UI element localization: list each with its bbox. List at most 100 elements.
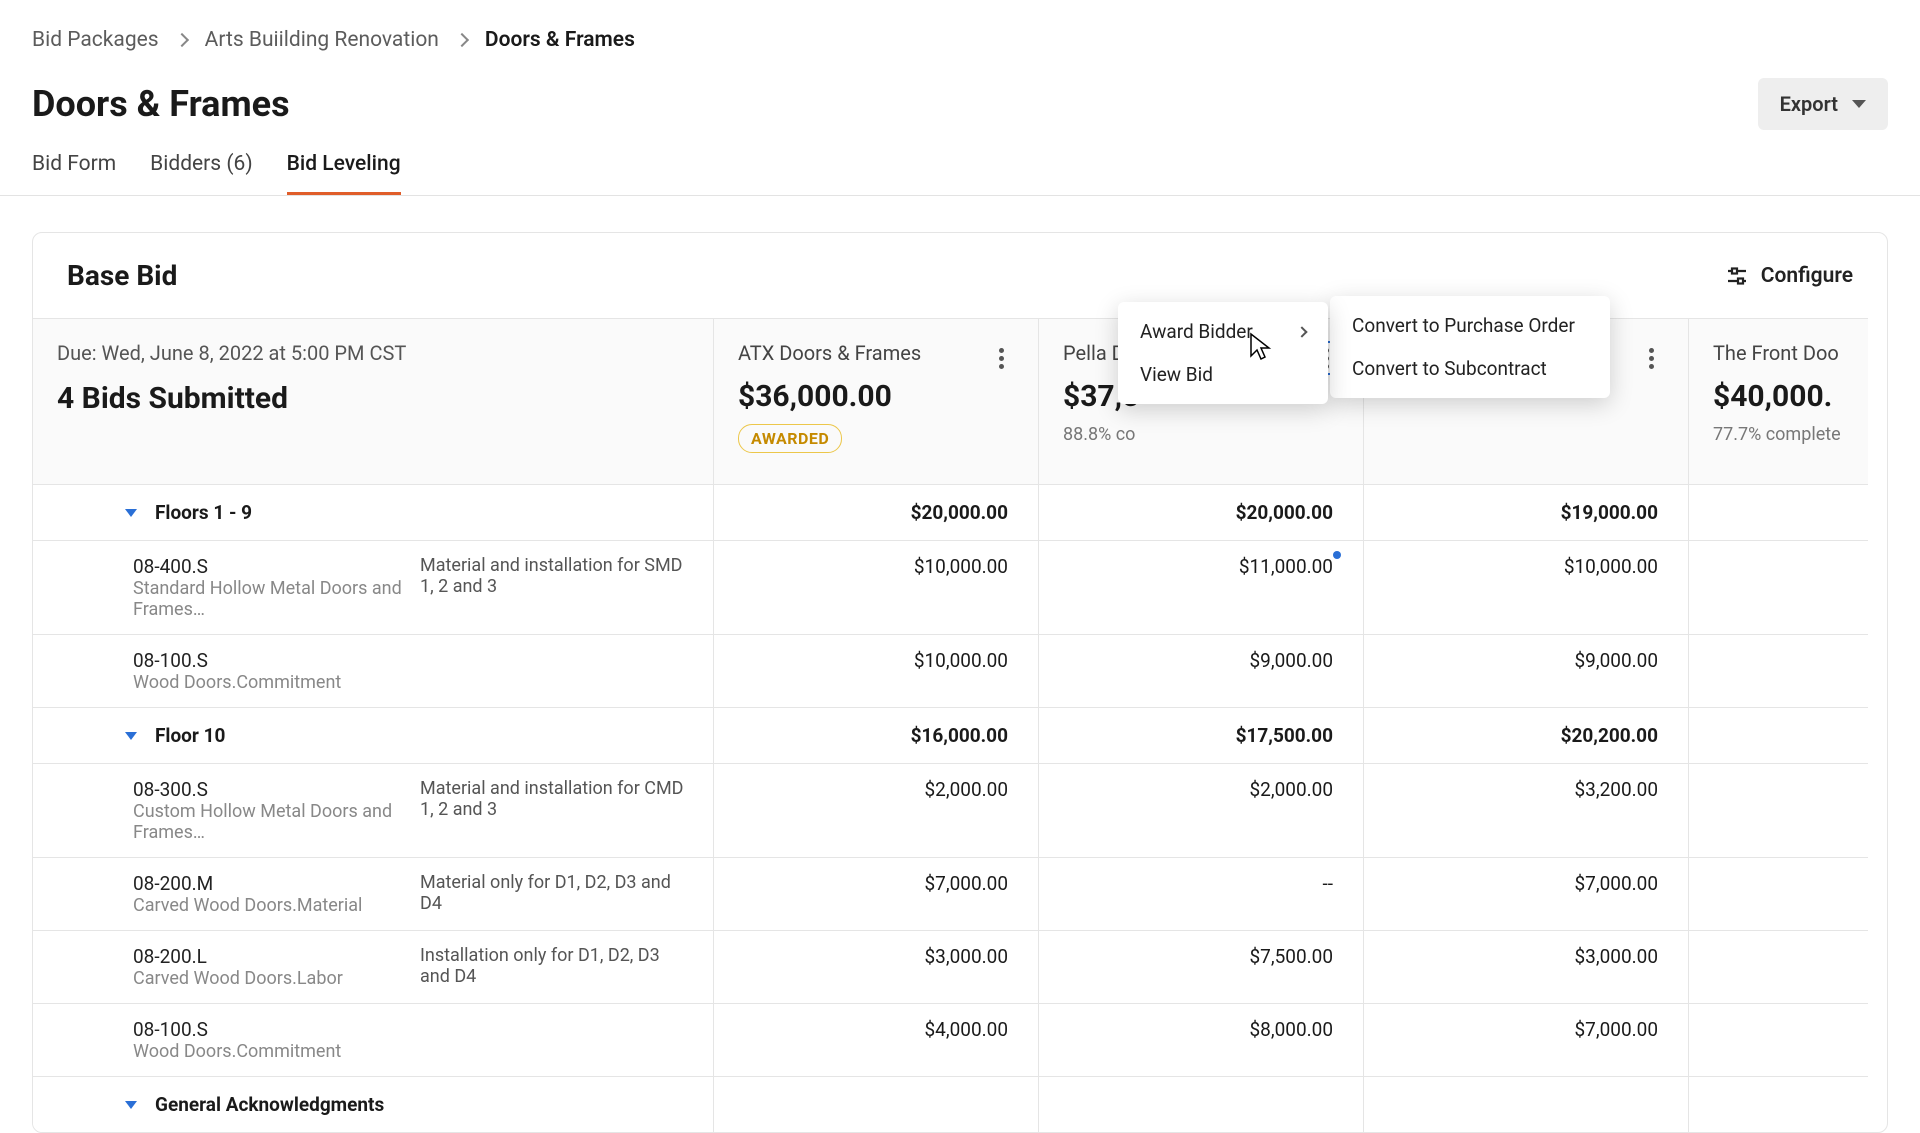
line-item[interactable]: 08-200.MCarved Wood Doors.Material Mater… bbox=[33, 857, 713, 930]
configure-button[interactable]: Configure bbox=[1725, 264, 1853, 288]
bidder-status: 77.7% complete bbox=[1713, 424, 1868, 445]
more-button[interactable] bbox=[984, 341, 1018, 375]
bidder-total: $36,000.00 bbox=[738, 379, 1014, 414]
item-price bbox=[1688, 763, 1868, 857]
breadcrumb-bid-packages[interactable]: Bid Packages bbox=[32, 28, 159, 52]
item-price[interactable]: -- bbox=[1038, 857, 1363, 930]
group-toggle-floors-1-9[interactable]: Floors 1 - 9 bbox=[33, 484, 713, 540]
item-price[interactable]: $3,000.00 bbox=[713, 930, 1038, 1003]
breadcrumb-current: Doors & Frames bbox=[485, 28, 635, 52]
tab-bidders[interactable]: Bidders (6) bbox=[150, 152, 252, 195]
menu-label: View Bid bbox=[1140, 363, 1213, 386]
awarded-badge: AWARDED bbox=[738, 424, 842, 453]
menu-item-view-bid[interactable]: View Bid bbox=[1118, 353, 1328, 396]
item-code: 08-400.S bbox=[133, 555, 402, 578]
item-price[interactable]: $7,000.00 bbox=[1363, 857, 1688, 930]
caret-down-icon bbox=[1852, 100, 1866, 108]
chevron-right-icon bbox=[175, 33, 189, 47]
item-price[interactable]: $11,000.00 bbox=[1038, 540, 1363, 634]
bidder-status: 88.8% co bbox=[1063, 424, 1339, 445]
group-total: $20,200.00 bbox=[1363, 707, 1688, 763]
group-label: Floors 1 - 9 bbox=[155, 501, 252, 524]
group-total: $20,000.00 bbox=[1038, 484, 1363, 540]
menu-item-convert-subcontract[interactable]: Convert to Subcontract bbox=[1330, 347, 1610, 390]
more-button[interactable] bbox=[1634, 341, 1668, 375]
item-code: 08-200.M bbox=[133, 872, 402, 895]
item-price[interactable]: $10,000.00 bbox=[713, 634, 1038, 707]
item-price[interactable]: $2,000.00 bbox=[713, 763, 1038, 857]
group-label: General Acknowledgments bbox=[155, 1093, 384, 1116]
item-price[interactable]: $3,200.00 bbox=[1363, 763, 1688, 857]
item-name: Carved Wood Doors.Material bbox=[133, 895, 402, 916]
tab-bid-leveling[interactable]: Bid Leveling bbox=[287, 152, 401, 195]
bidder-total: $40,000. bbox=[1713, 379, 1868, 414]
configure-label: Configure bbox=[1761, 264, 1853, 288]
bidder-name: The Front Doo bbox=[1713, 341, 1868, 365]
menu-item-convert-po[interactable]: Convert to Purchase Order bbox=[1330, 304, 1610, 347]
item-name: Standard Hollow Metal Doors and Frames… bbox=[133, 578, 402, 620]
item-price[interactable]: $7,500.00 bbox=[1038, 930, 1363, 1003]
menu-label: Convert to Purchase Order bbox=[1352, 314, 1575, 337]
item-description bbox=[420, 1018, 689, 1062]
line-item[interactable]: 08-200.LCarved Wood Doors.Labor Installa… bbox=[33, 930, 713, 1003]
item-price[interactable]: $2,000.00 bbox=[1038, 763, 1363, 857]
breadcrumb-project[interactable]: Arts Buiilding Renovation bbox=[205, 28, 439, 52]
triangle-down-icon bbox=[125, 732, 137, 740]
summary-cell: Due: Wed, June 8, 2022 at 5:00 PM CST 4 … bbox=[33, 318, 713, 484]
line-item[interactable]: 08-100.SWood Doors.Commitment bbox=[33, 634, 713, 707]
group-total bbox=[1038, 1076, 1363, 1132]
bids-submitted: 4 Bids Submitted bbox=[57, 381, 689, 416]
menu-item-award-bidder[interactable]: Award Bidder bbox=[1118, 310, 1328, 353]
sliders-icon bbox=[1725, 264, 1749, 288]
bidder-name: ATX Doors & Frames bbox=[738, 341, 1014, 365]
item-price[interactable]: $4,000.00 bbox=[713, 1003, 1038, 1076]
due-date: Due: Wed, June 8, 2022 at 5:00 PM CST bbox=[57, 341, 689, 365]
chevron-right-icon bbox=[1296, 326, 1307, 337]
item-code: 08-300.S bbox=[133, 778, 402, 801]
section-title: Base Bid bbox=[67, 259, 177, 292]
item-description: Material and installation for CMD 1, 2 a… bbox=[420, 778, 689, 843]
page-title: Doors & Frames bbox=[32, 83, 290, 125]
item-name: Custom Hollow Metal Doors and Frames… bbox=[133, 801, 402, 843]
group-total: $19,000.00 bbox=[1363, 484, 1688, 540]
tab-bid-form[interactable]: Bid Form bbox=[32, 152, 116, 195]
bidder-actions-menu: Award Bidder View Bid bbox=[1118, 302, 1328, 404]
group-total bbox=[713, 1076, 1038, 1132]
menu-label: Convert to Subcontract bbox=[1352, 357, 1547, 380]
item-price bbox=[1688, 540, 1868, 634]
tabs: Bid Form Bidders (6) Bid Leveling bbox=[0, 140, 1920, 196]
item-price[interactable]: $10,000.00 bbox=[1363, 540, 1688, 634]
award-bidder-submenu: Convert to Purchase Order Convert to Sub… bbox=[1330, 296, 1610, 398]
group-total: $16,000.00 bbox=[713, 707, 1038, 763]
group-total bbox=[1688, 1076, 1868, 1132]
line-item[interactable]: 08-400.SStandard Hollow Metal Doors and … bbox=[33, 540, 713, 634]
item-price bbox=[1688, 857, 1868, 930]
line-item[interactable]: 08-100.SWood Doors.Commitment bbox=[33, 1003, 713, 1076]
note-indicator-icon[interactable] bbox=[1333, 551, 1341, 559]
line-item[interactable]: 08-300.SCustom Hollow Metal Doors and Fr… bbox=[33, 763, 713, 857]
triangle-down-icon bbox=[125, 1101, 137, 1109]
group-total: $17,500.00 bbox=[1038, 707, 1363, 763]
item-price[interactable]: $3,000.00 bbox=[1363, 930, 1688, 1003]
item-code: 08-100.S bbox=[133, 1018, 402, 1041]
item-description: Installation only for D1, D2, D3 and D4 bbox=[420, 945, 689, 989]
export-button[interactable]: Export bbox=[1758, 78, 1888, 130]
item-price[interactable]: $9,000.00 bbox=[1038, 634, 1363, 707]
group-toggle-general[interactable]: General Acknowledgments bbox=[33, 1076, 713, 1132]
item-price bbox=[1688, 1003, 1868, 1076]
item-price[interactable]: $7,000.00 bbox=[1363, 1003, 1688, 1076]
item-name: Wood Doors.Commitment bbox=[133, 1041, 402, 1062]
group-label: Floor 10 bbox=[155, 724, 225, 747]
item-name: Carved Wood Doors.Labor bbox=[133, 968, 402, 989]
item-name: Wood Doors.Commitment bbox=[133, 672, 402, 693]
item-price bbox=[1688, 930, 1868, 1003]
group-toggle-floor-10[interactable]: Floor 10 bbox=[33, 707, 713, 763]
bidder-header-front-door: The Front Doo $40,000. 77.7% complete bbox=[1688, 318, 1868, 484]
item-price[interactable]: $7,000.00 bbox=[713, 857, 1038, 930]
item-code: 08-200.L bbox=[133, 945, 402, 968]
item-price[interactable]: $9,000.00 bbox=[1363, 634, 1688, 707]
item-price[interactable]: $10,000.00 bbox=[713, 540, 1038, 634]
menu-label: Award Bidder bbox=[1140, 320, 1253, 343]
group-total bbox=[1688, 707, 1868, 763]
item-price[interactable]: $8,000.00 bbox=[1038, 1003, 1363, 1076]
